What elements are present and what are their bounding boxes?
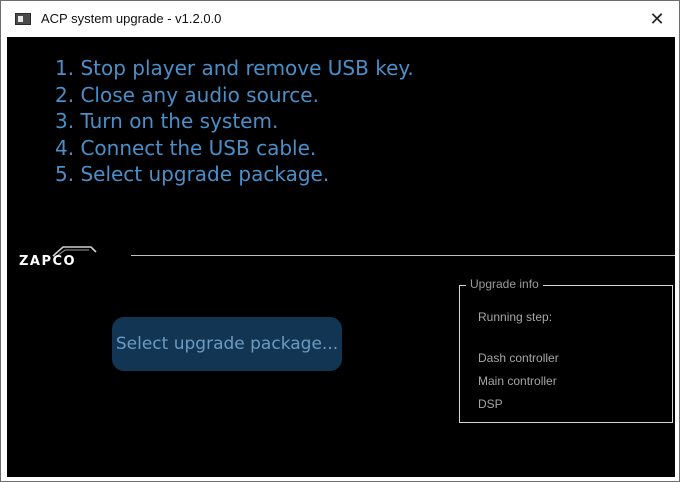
instruction-step-4: 4. Connect the USB cable.: [55, 135, 317, 160]
upgrade-info-group: Upgrade info Running step: Dash controll…: [459, 277, 673, 423]
select-upgrade-package-button[interactable]: Select upgrade package...: [112, 317, 342, 371]
app-window: ACP system upgrade - v1.2.0.0 ✕ 1. Stop …: [0, 0, 680, 482]
section-divider: [131, 255, 675, 256]
title-bar[interactable]: ACP system upgrade - v1.2.0.0 ✕: [1, 1, 679, 37]
dash-controller-label: Dash controller: [478, 351, 559, 365]
app-icon: [15, 13, 31, 25]
instruction-step-3: 3. Turn on the system.: [55, 109, 279, 133]
close-icon: ✕: [649, 8, 665, 29]
zapco-logo: ZAPCO: [19, 246, 97, 269]
main-controller-label: Main controller: [478, 374, 557, 388]
running-step-label: Running step:: [478, 310, 553, 324]
instruction-list: 1. Stop player and remove USB key. 2. Cl…: [55, 55, 414, 188]
window-title: ACP system upgrade - v1.2.0.0: [41, 11, 222, 26]
main-panel: 1. Stop player and remove USB key. 2. Cl…: [7, 37, 675, 477]
dsp-label: DSP: [478, 397, 503, 411]
upgrade-info-legend: Upgrade info: [466, 277, 543, 291]
close-button[interactable]: ✕: [635, 1, 679, 37]
instruction-step-2: 2. Close any audio source.: [55, 82, 319, 107]
svg-text:ZAPCO: ZAPCO: [19, 254, 76, 269]
instruction-step-5: 5. Select upgrade package.: [55, 162, 330, 186]
instruction-step-1: 1. Stop player and remove USB key.: [55, 56, 414, 80]
